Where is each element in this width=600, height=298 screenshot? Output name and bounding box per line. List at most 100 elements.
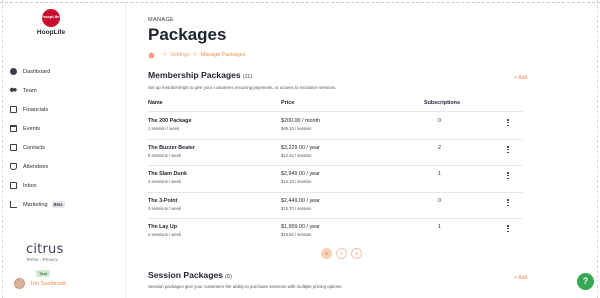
package-subscriptions: 1 <box>438 171 441 177</box>
contacts-icon <box>10 144 17 151</box>
package-frequency: 2 sessions / week <box>148 232 182 237</box>
dashboard-icon <box>10 68 17 75</box>
package-name: The Lay Up <box>148 224 178 230</box>
brand-logo: citrus <box>26 242 64 257</box>
sidebar-item-label: Inbox <box>23 182 37 189</box>
attendees-icon <box>10 163 17 170</box>
table-row[interactable]: The 200 Package 1 session / week $200.00… <box>148 118 523 144</box>
team-icon <box>10 87 17 94</box>
footer-links: Terms · Privacy <box>26 257 63 262</box>
sidebar-item-attendees[interactable]: Attendees <box>10 157 120 176</box>
sidebar: hoopLife HoopLife Dashboard Team Financi… <box>4 4 126 298</box>
row-menu-icon[interactable] <box>505 225 511 235</box>
breadcrumb-separator: > <box>193 52 197 58</box>
sidebar-item-label: Dashboard <box>23 68 51 75</box>
package-price: $2,949.00 / year <box>281 171 320 177</box>
terms-link[interactable]: Terms <box>26 257 39 262</box>
package-subscriptions: 0 <box>438 198 441 204</box>
package-price-per-session: $14.18 / session <box>281 179 312 184</box>
package-name: The 200 Package <box>148 118 192 124</box>
page-button-3[interactable]: 3 <box>351 248 362 259</box>
membership-title-text: Membership Packages <box>148 70 241 80</box>
page-button-2[interactable]: 2 <box>336 248 347 259</box>
frame-top-border <box>0 2 600 3</box>
sidebar-item-inbox[interactable]: Inbox <box>10 176 120 195</box>
home-icon[interactable] <box>148 52 155 58</box>
table-row[interactable]: The Buzzer Beater 5 sessions / week $3,2… <box>148 145 523 171</box>
sidebar-item-dashboard[interactable]: Dashboard <box>10 62 120 81</box>
beta-badge: Beta <box>51 201 65 208</box>
row-menu-icon[interactable] <box>505 172 511 182</box>
frame-left-border <box>2 0 3 298</box>
environment-badge: Test <box>36 270 50 277</box>
package-name: The 3-Point <box>148 198 178 204</box>
package-price: $3,229.00 / year <box>281 145 320 151</box>
logo-badge: hoopLife <box>42 9 60 27</box>
table-row[interactable]: The Slam Dunk 4 sessions / week $2,949.0… <box>148 171 523 197</box>
sidebar-item-marketing[interactable]: Marketing Beta <box>10 195 120 214</box>
privacy-link[interactable]: Privacy <box>43 257 58 262</box>
package-subscriptions: 1 <box>438 224 441 230</box>
package-subscriptions: 0 <box>438 118 441 124</box>
logo-text: HoopLife <box>36 29 66 36</box>
user-profile[interactable]: Tori Sambrook <box>14 278 66 289</box>
breadcrumb-settings[interactable]: Settings <box>170 52 189 58</box>
column-header-price[interactable]: Price <box>281 100 294 106</box>
link-separator: · <box>39 257 42 262</box>
package-price-per-session: $18.84 / session <box>281 232 312 237</box>
row-menu-icon[interactable] <box>505 199 511 209</box>
session-count: (5) <box>225 274 232 280</box>
sidebar-item-team[interactable]: Team <box>10 81 120 100</box>
breadcrumb-separator: > <box>163 52 167 58</box>
table-row[interactable]: The Lay Up 2 sessions / week $1,959.00 /… <box>148 224 523 250</box>
package-price-per-session: $15.70 / session <box>281 206 312 211</box>
package-price-per-session: $46.15 / session <box>281 126 312 131</box>
column-header-subscriptions[interactable]: Subscriptions <box>424 100 460 106</box>
membership-count: (11) <box>242 74 253 80</box>
row-menu-icon[interactable] <box>505 146 511 156</box>
package-name: The Buzzer Beater <box>148 145 196 151</box>
header-divider <box>148 111 523 112</box>
inbox-icon <box>10 182 17 189</box>
row-menu-icon[interactable] <box>505 119 511 129</box>
package-frequency: 1 session / week <box>148 126 179 131</box>
sidebar-item-label: Financials <box>23 106 49 113</box>
sidebar-item-financials[interactable]: Financials <box>10 100 120 119</box>
package-price-per-session: $12.42 / session <box>281 153 312 158</box>
package-frequency: 5 sessions / week <box>148 153 182 158</box>
page-button-1[interactable]: 1 <box>321 248 332 259</box>
add-membership-button[interactable]: + Add <box>514 75 527 81</box>
marketing-icon <box>10 201 17 208</box>
package-price: $1,959.00 / year <box>281 224 320 230</box>
package-name: The Slam Dunk <box>148 171 187 177</box>
package-price: $200.00 / month <box>281 118 320 124</box>
sidebar-item-events[interactable]: Events <box>10 119 120 138</box>
sidebar-item-label: Events <box>23 125 41 132</box>
page-eyebrow: MANAGE <box>148 17 175 23</box>
frame-right-border <box>597 0 598 298</box>
avatar <box>14 278 25 289</box>
sidebar-item-label: Marketing <box>23 201 48 208</box>
app-logo[interactable]: hoopLife HoopLife <box>31 9 71 36</box>
sidebar-item-label: Attendees <box>23 163 49 170</box>
table-row[interactable]: The 3-Point 3 sessions / week $2,449.00 … <box>148 198 523 224</box>
logo-badge-text: hoopLife <box>42 14 60 19</box>
sidebar-item-contacts[interactable]: Contacts <box>10 138 120 157</box>
row-divider <box>148 139 523 140</box>
column-header-name[interactable]: Name <box>148 100 163 106</box>
session-title-text: Session Packages <box>148 270 224 280</box>
help-button[interactable]: ? <box>577 273 594 290</box>
membership-description: Set up memberships to give your customer… <box>148 85 337 90</box>
pagination: 1 2 3 <box>321 248 366 259</box>
financials-icon <box>10 106 17 113</box>
user-name: Tori Sambrook <box>30 280 67 287</box>
row-divider <box>148 192 523 193</box>
row-divider <box>148 218 523 219</box>
breadcrumb-current: Manage Packages <box>200 52 246 58</box>
sidebar-item-label: Team <box>23 87 37 94</box>
session-description: Session packages give your customers the… <box>148 284 343 289</box>
breadcrumb: > Settings > Manage Packages <box>148 52 245 58</box>
membership-section-title: Membership Packages (11) <box>148 70 252 80</box>
add-session-button[interactable]: + Add <box>514 275 527 281</box>
session-section-title: Session Packages (5) <box>148 270 232 280</box>
